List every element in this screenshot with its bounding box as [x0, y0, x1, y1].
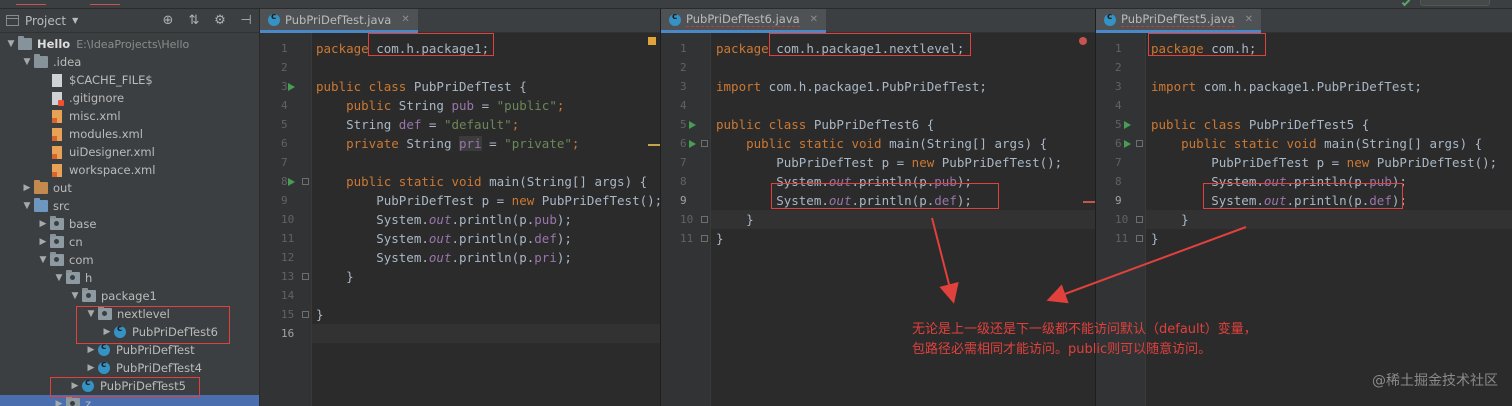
arrow-to-annotation-2	[1046, 226, 1247, 304]
watermark: @稀土掘金技术社区	[1372, 370, 1498, 390]
watermark-text: @稀土掘金技术社区	[1372, 373, 1498, 389]
ide-window: Project ▼ ⊕ ⇅ ⚙ ⊣ ▼ Hello E:\IdeaProjects\…	[0, 0, 1512, 406]
annotation-line: 无论是上一级还是下一级都不能访问默认（default）变量，	[912, 322, 1257, 337]
annotation-line: 包路径必需相同才能访问。public则可以随意访问。	[912, 342, 1212, 357]
arrow-to-annotation-1	[931, 217, 959, 304]
annotation-text: 无论是上一级还是下一级都不能访问默认（default）变量， 包路径必需相同才能访…	[912, 320, 1292, 360]
